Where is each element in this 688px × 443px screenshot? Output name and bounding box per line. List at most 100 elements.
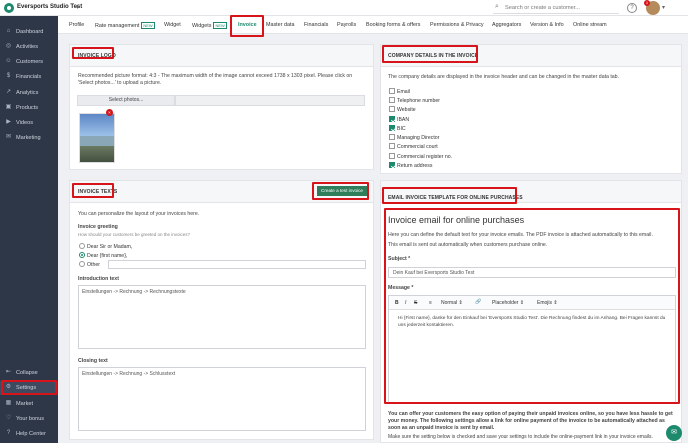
other-greeting-input[interactable] xyxy=(108,260,366,269)
tab-financials[interactable]: Financials xyxy=(304,22,328,28)
tab-permissions-privacy[interactable]: Permissions & Privacy xyxy=(430,22,484,28)
checkbox-label: Website xyxy=(397,107,416,113)
chat-icon[interactable]: ✉ xyxy=(666,425,682,441)
delete-logo-icon[interactable]: × xyxy=(106,109,113,116)
studio-name[interactable]: Eversports Studio Test xyxy=(17,4,82,10)
commercial-register-checkbox[interactable] xyxy=(389,153,395,159)
building-shape xyxy=(80,136,114,146)
tab-online-stream[interactable]: Online stream xyxy=(573,22,607,28)
tab-aggregators[interactable]: Aggregators xyxy=(492,22,521,28)
chevron-down-icon[interactable]: ▾ xyxy=(76,4,79,11)
sidebar-item-label: Videos xyxy=(16,120,34,126)
emoji-select[interactable]: Emojis ⇕ xyxy=(537,300,558,306)
marketing-icon: ✉ xyxy=(5,134,12,140)
list-icon[interactable]: ≡ xyxy=(429,300,432,306)
tab-widget[interactable]: Widget xyxy=(164,22,181,28)
texts-desc: You can personalize the layout of your i… xyxy=(78,211,200,217)
bic-checkbox[interactable] xyxy=(389,125,395,131)
italic-button[interactable]: I xyxy=(405,300,406,306)
activities-icon: ◎ xyxy=(5,43,12,49)
sidebar-item-label: Marketing xyxy=(16,135,41,141)
commercial-court-checkbox[interactable] xyxy=(389,143,395,149)
greeting-hint: How should your customers be greeted on … xyxy=(78,232,191,237)
greeting-first-name-radio[interactable] xyxy=(79,252,85,258)
tab-label: Rate management xyxy=(95,23,140,29)
closing-value: Einstellungen -> Rechnung -> Schlusstext xyxy=(82,371,176,377)
managing-director-checkbox[interactable] xyxy=(389,134,395,140)
message-editor[interactable]: B I S ≡ Normal ⇕ 🔗 Placeholder ⇕ Emojis … xyxy=(388,295,676,403)
greeting-other-radio[interactable] xyxy=(79,261,85,267)
link-icon[interactable]: 🔗 xyxy=(475,299,481,305)
sidebar-item-financials[interactable]: $ Financials xyxy=(0,70,58,84)
help-icon: ? xyxy=(6,430,11,436)
eversports-logo-icon[interactable] xyxy=(4,3,14,13)
greeting-sir-madam-radio[interactable] xyxy=(79,243,85,249)
sidebar-item-marketing[interactable]: ✉ Marketing xyxy=(0,131,58,145)
sidebar-item-your-bonus[interactable]: ♡ Your bonus xyxy=(0,412,58,426)
sidebar-item-dashboard[interactable]: ⌂ Dashboard xyxy=(0,25,58,39)
logo-upload-hint: 'Select photos...' to upload a picture. xyxy=(78,80,162,86)
checkbox-label: Commercial court xyxy=(397,144,438,150)
tab-booking-forms[interactable]: Booking forms & offers xyxy=(366,22,420,28)
chevron-down-icon[interactable]: ▾ xyxy=(662,4,665,11)
select-value: Emojis xyxy=(537,300,553,306)
sidebar-item-settings[interactable]: ⚙ Settings xyxy=(0,381,58,395)
sidebar-item-products[interactable]: ▣ Products xyxy=(0,101,58,115)
sidebar-item-market[interactable]: ▦ Market xyxy=(0,397,58,411)
customer-search[interactable]: ⌕ Search or create a customer... xyxy=(493,2,619,14)
email-template-card: EMAIL INVOICE TEMPLATE FOR ONLINE PURCHA… xyxy=(380,180,682,443)
closing-textarea[interactable]: Einstellungen -> Rechnung -> Schlusstext xyxy=(78,367,366,431)
website-checkbox[interactable] xyxy=(389,106,395,112)
sidebar-item-label: Help Center xyxy=(16,431,46,437)
company-details-desc: The company details are displayed in the… xyxy=(388,74,619,80)
tab-profile[interactable]: Profile xyxy=(69,22,84,28)
select-photos-button[interactable]: Select photos... xyxy=(77,95,175,106)
sidebar-item-collapse[interactable]: ⇤ Collapse xyxy=(0,366,58,380)
checkbox-label: Return address xyxy=(397,163,433,169)
sidebar-item-label: Analytics xyxy=(16,90,39,96)
email-checkbox[interactable] xyxy=(389,88,395,94)
notification-badge: 1 xyxy=(644,0,650,6)
return-address-checkbox[interactable] xyxy=(389,162,395,168)
bold-button[interactable]: B xyxy=(395,300,399,306)
card-title: EMAIL INVOICE TEMPLATE FOR ONLINE PURCHA… xyxy=(388,195,523,201)
help-icon[interactable]: ? xyxy=(627,3,637,13)
financials-icon: $ xyxy=(6,73,11,79)
tab-payrolls[interactable]: Payrolls xyxy=(337,22,356,28)
collapse-icon: ⇤ xyxy=(5,369,12,375)
top-bar: Eversports Studio Test ▾ ⌕ Search or cre… xyxy=(0,0,688,16)
bonus-icon: ♡ xyxy=(5,415,12,421)
tab-version-info[interactable]: Version & Info xyxy=(530,22,564,28)
strike-button[interactable]: S xyxy=(414,300,417,306)
online-payment-info-4: Make sure the setting below is checked a… xyxy=(388,434,653,440)
message-value: Hi {First name}, danke für den Einkauf b… xyxy=(398,316,666,328)
search-input[interactable]: Search or create a customer... xyxy=(505,5,580,11)
iban-checkbox[interactable] xyxy=(389,116,395,122)
create-test-invoice-button[interactable]: Create a test invoice xyxy=(317,186,367,196)
checkbox-label: Commercial register no. xyxy=(397,154,453,160)
sidebar-item-customers[interactable]: ☺ Customers xyxy=(0,55,58,69)
sidebar-item-videos[interactable]: ▶ Videos xyxy=(0,116,58,130)
tab-invoice[interactable]: Invoice xyxy=(238,22,257,28)
sidebar-item-analytics[interactable]: ↗ Analytics xyxy=(0,86,58,100)
ground-shape xyxy=(80,146,114,162)
sidebar-item-help-center[interactable]: ? Help Center xyxy=(0,427,58,441)
tab-master-data[interactable]: Master data xyxy=(266,22,294,28)
sky-shape xyxy=(80,114,114,136)
text-style-select[interactable]: Normal ⇕ xyxy=(441,300,463,306)
online-payment-info-1: You can offer your customers the easy op… xyxy=(388,411,673,417)
card-title: INVOICE LOGO xyxy=(78,53,116,59)
sidebar-item-activities[interactable]: ◎ Activities xyxy=(0,40,58,54)
logo-preview-image xyxy=(79,113,115,163)
email-heading: Invoice email for online purchases xyxy=(388,215,525,225)
telephone-checkbox[interactable] xyxy=(389,97,395,103)
tab-widgets[interactable]: Widgets NEW xyxy=(192,22,227,29)
placeholder-select[interactable]: Placeholder ⇕ xyxy=(492,300,524,306)
online-payment-info-3: soon as an unpaid invoice is sent by ema… xyxy=(388,425,495,431)
sidebar-item-label: Customers xyxy=(16,59,44,65)
intro-value: Einstellungen -> Rechnung -> Rechnungste… xyxy=(82,289,186,295)
subject-input[interactable]: Dein Kauf bei Eversports Studio Test xyxy=(388,267,676,278)
intro-textarea[interactable]: Einstellungen -> Rechnung -> Rechnungste… xyxy=(78,285,366,349)
tab-rate-management[interactable]: Rate management NEW xyxy=(95,22,155,29)
online-payment-info-2: your money. The following settings allow… xyxy=(388,418,665,424)
